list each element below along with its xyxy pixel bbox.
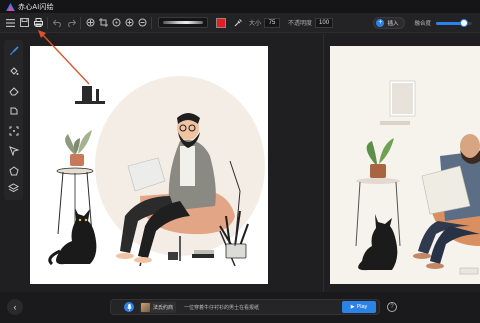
zoom-icon[interactable] <box>123 17 135 29</box>
brush-preview[interactable] <box>158 17 208 28</box>
blend-slider[interactable] <box>436 19 472 27</box>
fill-icon[interactable] <box>7 64 20 77</box>
compare-divider[interactable] <box>323 34 324 292</box>
app-window: 赤心AI闪绘 大小 75 不透明度 100 + 插入 融合度 ‹ 法氏约商 一位… <box>0 0 480 323</box>
result-image <box>330 46 480 284</box>
insert-button[interactable]: + 插入 <box>373 17 406 29</box>
crop-select-icon[interactable] <box>7 124 20 137</box>
opacity-input[interactable]: 100 <box>315 17 334 28</box>
toolbar-divider <box>151 16 152 29</box>
title-bar: 赤心AI闪绘 <box>0 0 480 13</box>
play-label: Play <box>356 304 368 310</box>
tool-panel <box>4 40 23 200</box>
brush-stroke-sample <box>163 21 203 24</box>
style-selector[interactable]: 法氏约商 <box>140 301 177 313</box>
eyedropper-icon[interactable] <box>232 17 244 29</box>
toolbar: 大小 75 不透明度 100 + 插入 融合度 <box>0 13 480 33</box>
blend-slider-knob[interactable] <box>460 19 469 27</box>
app-title: 赤心AI闪绘 <box>18 3 54 11</box>
help-icon[interactable]: ? <box>387 302 397 312</box>
layers-button[interactable] <box>4 178 23 198</box>
insert-label: 插入 <box>387 21 399 27</box>
select-arrow-icon[interactable] <box>7 144 20 157</box>
size-label: 大小 <box>249 21 262 27</box>
brush-icon[interactable] <box>7 44 20 57</box>
style-thumbnail <box>141 302 150 312</box>
size-input[interactable]: 75 <box>264 17 281 28</box>
layers-icon <box>8 183 19 193</box>
crop-icon[interactable] <box>97 17 109 29</box>
illustration-man-reading <box>30 46 268 284</box>
menu-icon[interactable] <box>4 17 16 29</box>
print-icon[interactable] <box>32 17 44 29</box>
lasso-icon[interactable] <box>7 104 20 117</box>
reset-icon[interactable] <box>136 17 148 29</box>
prompt-bar: 法氏约商 一位穿着牛仔衬衫的男士在看报纸 ▶ Play <box>110 299 380 315</box>
app-logo-icon <box>6 2 15 11</box>
save-icon[interactable] <box>18 17 30 29</box>
opacity-label: 不透明度 <box>288 21 313 27</box>
transform-icon[interactable] <box>84 17 96 29</box>
plus-icon: + <box>376 19 385 27</box>
blend-label: 融合度 <box>414 21 431 27</box>
back-button[interactable]: ‹ <box>7 299 23 315</box>
redo-icon[interactable] <box>65 17 77 29</box>
toolbar-divider <box>47 16 48 29</box>
eraser-icon[interactable] <box>7 84 20 97</box>
toolbar-divider <box>80 16 81 29</box>
undo-icon[interactable] <box>51 17 63 29</box>
bottom-bar: ‹ 法氏约商 一位穿着牛仔衬衫的男士在看报纸 ▶ Play ? <box>0 292 480 323</box>
chevron-left-icon: ‹ <box>13 302 17 312</box>
mic-icon[interactable] <box>124 302 134 312</box>
polygon-icon[interactable] <box>7 164 20 177</box>
canvas-area <box>26 34 480 292</box>
result-canvas <box>330 46 480 284</box>
brush-color-swatch[interactable] <box>216 17 226 28</box>
style-label: 法氏约商 <box>153 304 174 311</box>
play-button[interactable]: ▶ Play <box>342 301 376 313</box>
play-icon: ▶ <box>350 304 355 310</box>
toolbar-right-group: + 插入 融合度 <box>373 16 472 30</box>
prompt-input[interactable]: 一位穿着牛仔衬衫的男士在看报纸 <box>184 304 342 311</box>
edit-canvas[interactable] <box>30 46 268 284</box>
rotate-icon[interactable] <box>110 17 122 29</box>
